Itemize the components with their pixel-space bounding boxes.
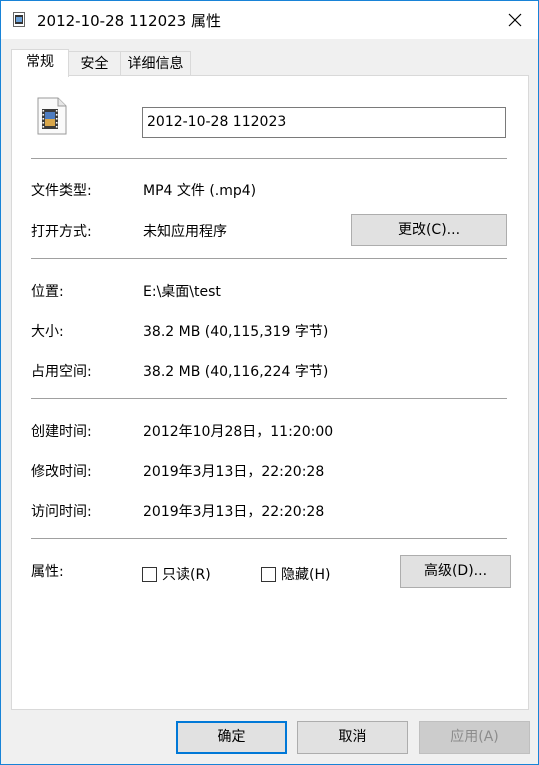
modified-label: 修改时间:: [31, 464, 92, 480]
close-button[interactable]: [492, 1, 538, 39]
size-value: 38.2 MB (40,115,319 字节): [143, 324, 329, 340]
tab-details[interactable]: 详细信息: [120, 51, 191, 76]
location-value: E:\桌面\test: [143, 284, 221, 300]
separator: [31, 158, 507, 159]
title-bar[interactable]: 2012-10-28 112023 属性: [1, 1, 538, 39]
separator: [31, 258, 507, 259]
readonly-checkbox-box[interactable]: [142, 566, 157, 582]
open-with-value: 未知应用程序: [143, 224, 227, 240]
video-file-icon: [13, 12, 25, 27]
created-label: 创建时间:: [31, 424, 92, 440]
modified-value: 2019年3月13日，22:20:28: [143, 464, 325, 480]
separator: [31, 538, 507, 539]
file-type-label: 文件类型:: [31, 183, 92, 199]
tab-security[interactable]: 安全: [67, 51, 122, 76]
created-value: 2012年10月28日，11:20:00: [143, 424, 334, 440]
apply-button[interactable]: 应用(A): [419, 721, 530, 754]
file-name-input[interactable]: 2012-10-28 112023: [142, 107, 506, 138]
close-icon: [508, 13, 522, 27]
size-label: 大小:: [31, 324, 64, 340]
hidden-checkbox[interactable]: 隐藏(H): [261, 564, 330, 584]
readonly-checkbox[interactable]: 只读(R): [142, 564, 211, 584]
hidden-label: 隐藏(H): [281, 567, 331, 583]
tab-general[interactable]: 常规: [11, 49, 69, 77]
mp4-file-icon: [37, 97, 67, 135]
change-button[interactable]: 更改(C)...: [351, 214, 507, 246]
cancel-button[interactable]: 取消: [297, 721, 408, 754]
readonly-label: 只读(R): [162, 567, 211, 583]
ok-button[interactable]: 确定: [176, 721, 287, 754]
general-panel: 2012-10-28 112023 文件类型: MP4 文件 (.mp4) 打开…: [11, 75, 529, 710]
properties-dialog: 2012-10-28 112023 属性 常规 安全 详细信息 2012-10-…: [0, 0, 539, 765]
file-type-value: MP4 文件 (.mp4): [143, 183, 257, 199]
size-on-disk-value: 38.2 MB (40,116,224 字节): [143, 364, 329, 380]
attributes-label: 属性:: [31, 564, 64, 580]
accessed-label: 访问时间:: [31, 504, 92, 520]
accessed-value: 2019年3月13日，22:20:28: [143, 504, 325, 520]
separator: [31, 398, 507, 399]
size-on-disk-label: 占用空间:: [31, 364, 92, 380]
window-title: 2012-10-28 112023 属性: [37, 12, 221, 30]
open-with-label: 打开方式:: [31, 224, 92, 240]
advanced-button[interactable]: 高级(D)...: [400, 555, 511, 588]
location-label: 位置:: [31, 284, 64, 300]
hidden-checkbox-box[interactable]: [261, 566, 276, 582]
